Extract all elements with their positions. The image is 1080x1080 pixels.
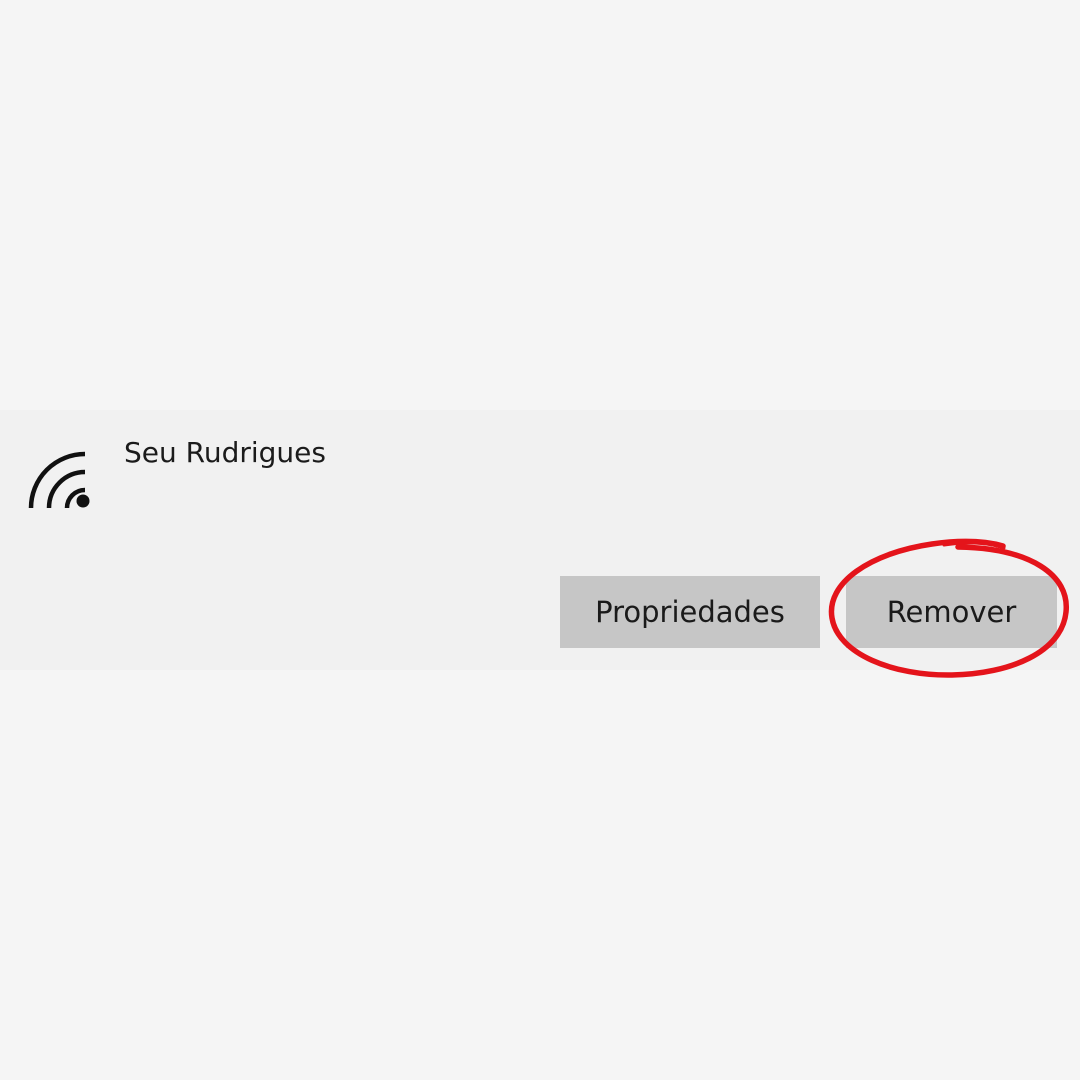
network-name: Seu Rudrigues bbox=[124, 436, 326, 469]
settings-canvas: Seu Rudrigues Propriedades Remover bbox=[0, 0, 1080, 1080]
properties-button[interactable]: Propriedades bbox=[560, 576, 820, 648]
wifi-signal-icon bbox=[28, 451, 90, 509]
remove-button[interactable]: Remover bbox=[846, 576, 1057, 648]
